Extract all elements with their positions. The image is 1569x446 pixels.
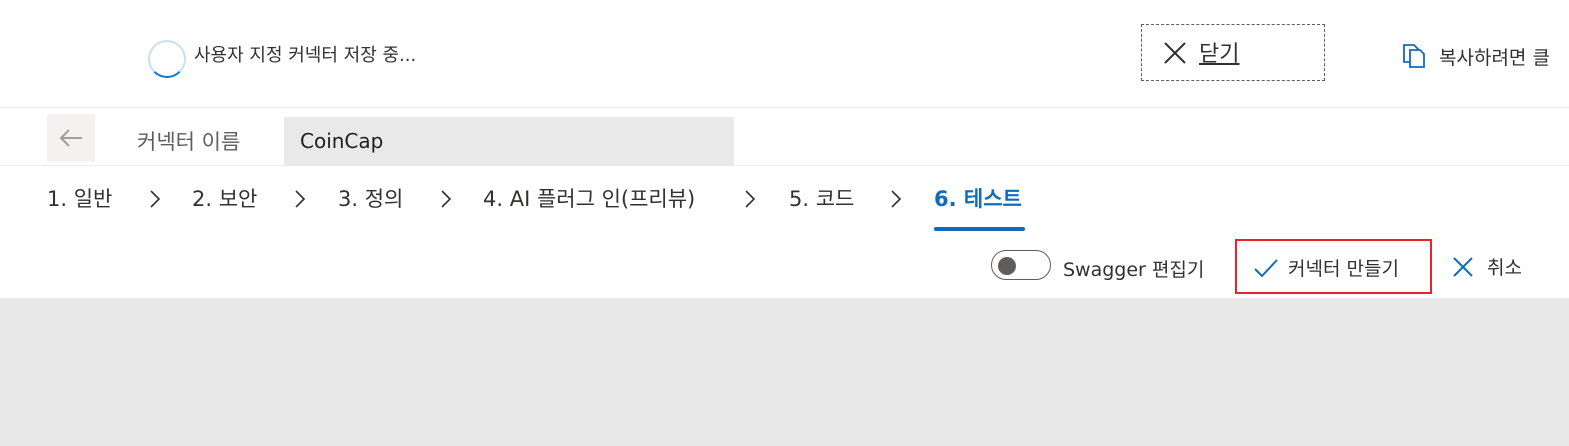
copy-label: 복사하려면 클 <box>1439 47 1550 69</box>
close-button-label: 닫기 <box>1199 42 1240 67</box>
loading-spinner-icon <box>148 40 186 78</box>
connector-name-label: 커넥터 이름 <box>137 130 241 154</box>
swagger-editor-label: Swagger 편집기 <box>1063 259 1205 281</box>
custom-connector-page: 사용자 지정 커넥터 저장 중... 닫기 복사하려면 클 커넥터 이름 1. … <box>0 0 1569 446</box>
step-definition[interactable]: 3. 정의 <box>338 183 403 213</box>
connector-name-input[interactable] <box>284 117 734 165</box>
back-arrow-icon <box>59 129 82 147</box>
chevron-right-icon <box>150 190 161 208</box>
chevron-right-icon <box>891 190 902 208</box>
step-code[interactable]: 5. 코드 <box>789 183 854 213</box>
command-bar: Swagger 편집기 커넥터 만들기 취소 <box>0 234 1569 298</box>
step-security[interactable]: 2. 보안 <box>192 183 257 213</box>
swagger-editor-toggle[interactable] <box>991 250 1051 280</box>
create-connector-button[interactable]: 커넥터 만들기 <box>1235 239 1432 294</box>
back-button[interactable] <box>47 114 95 162</box>
close-icon <box>1164 42 1186 64</box>
cancel-label: 취소 <box>1487 257 1522 279</box>
toggle-knob <box>998 257 1016 275</box>
wizard-steps: 1. 일반 2. 보안 3. 정의 4. AI 플러그 인(프리뷰) 5. 코드… <box>0 178 1569 234</box>
chevron-right-icon <box>295 190 306 208</box>
close-button[interactable]: 닫기 <box>1141 24 1325 81</box>
chevron-right-icon <box>745 190 756 208</box>
step-ai-plugin[interactable]: 4. AI 플러그 인(프리뷰) <box>483 183 695 213</box>
step-general[interactable]: 1. 일반 <box>47 183 112 213</box>
cancel-button[interactable]: 취소 <box>1450 250 1550 282</box>
status-banner: 사용자 지정 커넥터 저장 중... 닫기 복사하려면 클 <box>0 0 1569 108</box>
step-test[interactable]: 6. 테스트 <box>934 183 1022 213</box>
chevron-right-icon <box>441 190 452 208</box>
active-step-indicator <box>934 227 1025 231</box>
copy-icon <box>1403 44 1425 68</box>
checkmark-icon <box>1254 259 1278 278</box>
test-content-area <box>0 298 1569 446</box>
saving-status-text: 사용자 지정 커넥터 저장 중... <box>194 45 417 66</box>
cancel-icon <box>1453 257 1473 277</box>
create-connector-label: 커넥터 만들기 <box>1288 258 1399 280</box>
connector-name-row: 커넥터 이름 <box>0 108 1569 166</box>
